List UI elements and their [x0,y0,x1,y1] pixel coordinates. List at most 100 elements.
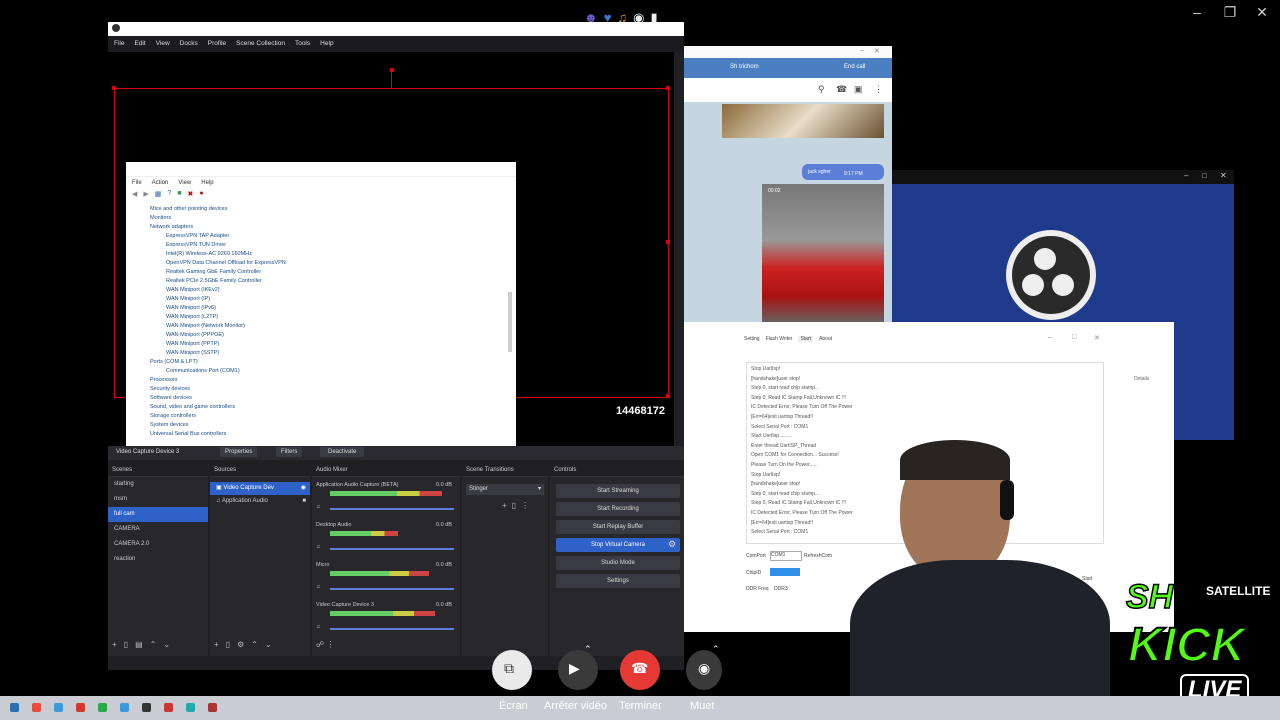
start-icon[interactable] [10,703,19,712]
minimize-icon[interactable]: – [860,47,864,54]
properties-icon[interactable]: ▦ [155,190,162,198]
app-icon[interactable] [208,703,217,712]
source-item[interactable]: ▣ Video Capture Dev ◉ [210,482,310,495]
scene-item[interactable]: reaction [108,552,208,567]
screen-share-button[interactable]: ⧉ [492,650,532,690]
scene-item[interactable]: msm [108,492,208,507]
maximize-icon[interactable]: □ [1072,334,1076,341]
tab-setting[interactable]: Setting [744,336,760,342]
studio-mode-button[interactable]: Studio Mode [556,556,680,570]
refresh-com-button[interactable]: RefreshCom [804,553,832,559]
device-tree-item[interactable]: WAN Miniport (IP) [166,296,210,302]
volume-slider[interactable] [330,588,454,590]
scene-item[interactable]: full cam [108,507,208,522]
maximize-icon[interactable]: ❐ [1218,4,1242,21]
device-tree-item[interactable]: WAN Miniport (Network Monitor) [166,323,245,329]
menu-dots-icon[interactable]: ⋮ [521,501,529,510]
resize-handle[interactable] [666,86,670,90]
menu-edit[interactable]: Edit [134,36,145,52]
chevron-up-icon[interactable]: ⌃ [584,644,592,655]
remove-icon[interactable]: ▯ [226,640,230,649]
add-icon[interactable]: + [214,640,219,649]
search-icon[interactable]: ⚲ [818,84,825,95]
menu-help[interactable]: Help [320,36,333,52]
menu-dots-icon[interactable]: ⋮ [326,640,334,649]
volume-slider[interactable] [330,508,454,510]
device-tree-item[interactable]: System devices [150,422,189,428]
device-tree-item[interactable]: Universal Serial Bus controllers [150,431,226,437]
shield-icon[interactable] [76,703,85,712]
device-tree-item[interactable]: Network adapters [150,224,193,230]
start-streaming-button[interactable]: Start Streaming [556,484,680,498]
move-down-icon[interactable]: ⌄ [163,640,170,649]
volume-slider[interactable] [330,548,454,550]
scene-item[interactable]: starting [108,477,208,492]
deactivate-button[interactable]: Deactivate [320,447,365,457]
speaker-icon[interactable]: ♫ [316,624,320,630]
resize-handle[interactable] [112,86,116,90]
browser-icon[interactable] [32,703,41,712]
layout-icon[interactable]: ▣ [854,84,863,95]
lock-icon[interactable]: ■ [302,495,306,508]
minimize-icon[interactable]: – [1185,4,1209,20]
resize-handle[interactable] [666,394,670,398]
link-icon[interactable]: ☍ [316,640,324,649]
device-tree-item[interactable]: Monitors [150,215,171,221]
obs-taskbar-icon[interactable] [142,703,151,712]
device-tree-item[interactable]: Software devices [150,395,192,401]
stop-virtual-camera-button[interactable]: Stop Virtual Camera [556,538,680,552]
device-tree-item[interactable]: WAN Miniport (IKEv2) [166,287,220,293]
menu-file[interactable]: File [114,36,124,52]
device-tree-item[interactable]: WAN Miniport (IPv6) [166,305,216,311]
device-tree-item[interactable]: ExpressVPN TAP Adapter [166,233,229,239]
close-icon[interactable]: ✕ [1250,4,1274,21]
menu-scene-collection[interactable]: Scene Collection [236,36,285,52]
source-item[interactable]: ♫ Application Audio ■ [210,495,310,508]
device-tree-item[interactable]: Realtek Gaming GbE Family Controller [166,269,261,275]
end-call-button[interactable]: End call [844,64,865,70]
dm-menu-help[interactable]: Help [201,180,213,186]
volume-slider[interactable] [330,628,454,630]
scene-item[interactable]: CAMERA 2.0 [108,537,208,552]
minimize-icon[interactable]: – [1184,171,1188,180]
filter-icon[interactable]: ▤ [135,640,143,649]
back-icon[interactable]: ◀ [132,190,137,198]
app-icon[interactable] [164,703,173,712]
device-tree-item[interactable]: Mice and other pointing devices [150,206,227,212]
settings-icon[interactable]: ⚙ [237,640,244,649]
menu-profile[interactable]: Profile [208,36,226,52]
close-icon[interactable]: ✕ [874,47,880,55]
mute-button[interactable]: ◉ [686,650,722,690]
device-tree-item[interactable]: Ports (COM & LPT) [150,359,198,365]
move-up-icon[interactable]: ⌃ [150,640,157,649]
add-icon[interactable]: + [502,501,507,510]
settings-button[interactable]: Settings [556,574,680,588]
device-tree-item[interactable]: WAN Miniport (SSTP) [166,350,219,356]
menu-view[interactable]: View [156,36,170,52]
edge-icon[interactable] [54,703,63,712]
move-up-icon[interactable]: ⌃ [251,640,258,649]
device-tree-item[interactable]: WAN Miniport (L2TP) [166,314,218,320]
device-tree-item[interactable]: WAN Miniport (PPPOE) [166,332,224,338]
forward-icon[interactable]: ▶ [143,190,148,198]
device-tree-item[interactable]: OpenVPN Data Channel Offload for Express… [166,260,286,266]
tab-start[interactable]: Start [798,336,813,342]
speaker-icon[interactable]: ♫ [316,584,320,590]
update-driver-icon[interactable]: ■ [177,190,181,198]
speaker-icon[interactable]: ♫ [316,544,320,550]
gear-icon[interactable]: ⚙ [668,539,676,550]
device-tree-item[interactable]: WAN Miniport (PPTP) [166,341,219,347]
com-port-select[interactable]: COM1 [770,551,802,561]
device-tree-item[interactable]: Storage controllers [150,413,196,419]
remove-icon[interactable]: ▯ [512,501,516,510]
dm-menu-file[interactable]: File [132,180,142,186]
menu-docks[interactable]: Docks [180,36,198,52]
transition-select[interactable]: Stinger ▾ [466,484,544,495]
device-tree-item[interactable]: Realtek PCIe 2.5GbE Family Controller [166,278,262,284]
hang-up-button[interactable]: ☎ [620,650,660,690]
dm-menu-view[interactable]: View [178,180,191,186]
device-tree-item[interactable]: Processors [150,377,178,383]
scan-icon[interactable]: ● [199,190,203,198]
chevron-up-icon[interactable]: ⌃ [712,644,720,655]
chat-image[interactable] [722,104,884,138]
